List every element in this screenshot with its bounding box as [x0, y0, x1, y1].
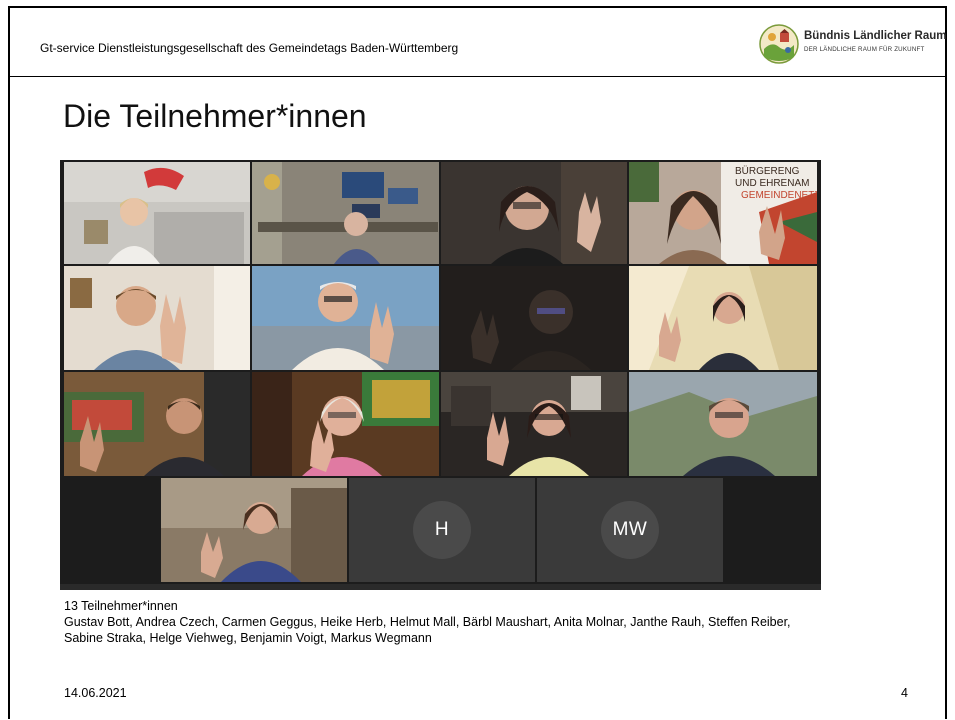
participant-tile	[64, 372, 250, 476]
participant-tile	[629, 372, 817, 476]
header-organization: Gt-service Dienstleistungsgesellschaft d…	[40, 41, 459, 55]
toolbar-strip	[60, 584, 821, 590]
logo-subtitle: DER LÄNDLICHE RAUM FÜR ZUKUNFT	[804, 46, 925, 53]
logo-title: Bündnis Ländlicher Raum	[804, 30, 947, 42]
participant-tile	[441, 372, 627, 476]
header-divider	[10, 76, 945, 77]
participant-tile	[629, 266, 817, 370]
participant-tile	[252, 372, 439, 476]
footer-date: 14.06.2021	[64, 686, 127, 700]
video-conference-screenshot: BÜRGERENG UND EHRENAM GEMEINDENETZ H MW	[60, 160, 821, 590]
slide-title: Die Teilnehmer*innen	[63, 98, 367, 134]
participant-tile: BÜRGERENG UND EHRENAM GEMEINDENETZ	[629, 162, 817, 264]
page-number: 4	[901, 686, 908, 700]
background-banner-text: GEMEINDENETZ	[741, 190, 817, 201]
participant-tile-no-video: MW	[537, 478, 723, 582]
participant-avatar: H	[413, 501, 471, 559]
participant-count: 13 Teilnehmer*innen	[64, 599, 178, 613]
background-banner-text: UND EHRENAM	[735, 178, 809, 189]
participant-tile	[252, 266, 439, 370]
participant-tile	[441, 266, 627, 370]
participant-tile	[252, 162, 439, 264]
background-banner-text: BÜRGERENG	[735, 165, 800, 177]
participant-avatar: MW	[601, 501, 659, 559]
participant-tile-no-video: H	[349, 478, 535, 582]
participant-tile	[64, 162, 250, 264]
logo: Bündnis Ländlicher Raum DER LÄNDLICHE RA…	[758, 23, 947, 67]
participant-names: Gustav Bott, Andrea Czech, Carmen Geggus…	[64, 615, 791, 645]
logo-emblem-icon	[758, 23, 800, 65]
participant-tile	[441, 162, 627, 264]
participant-tile	[161, 478, 347, 582]
participant-tile	[64, 266, 250, 370]
